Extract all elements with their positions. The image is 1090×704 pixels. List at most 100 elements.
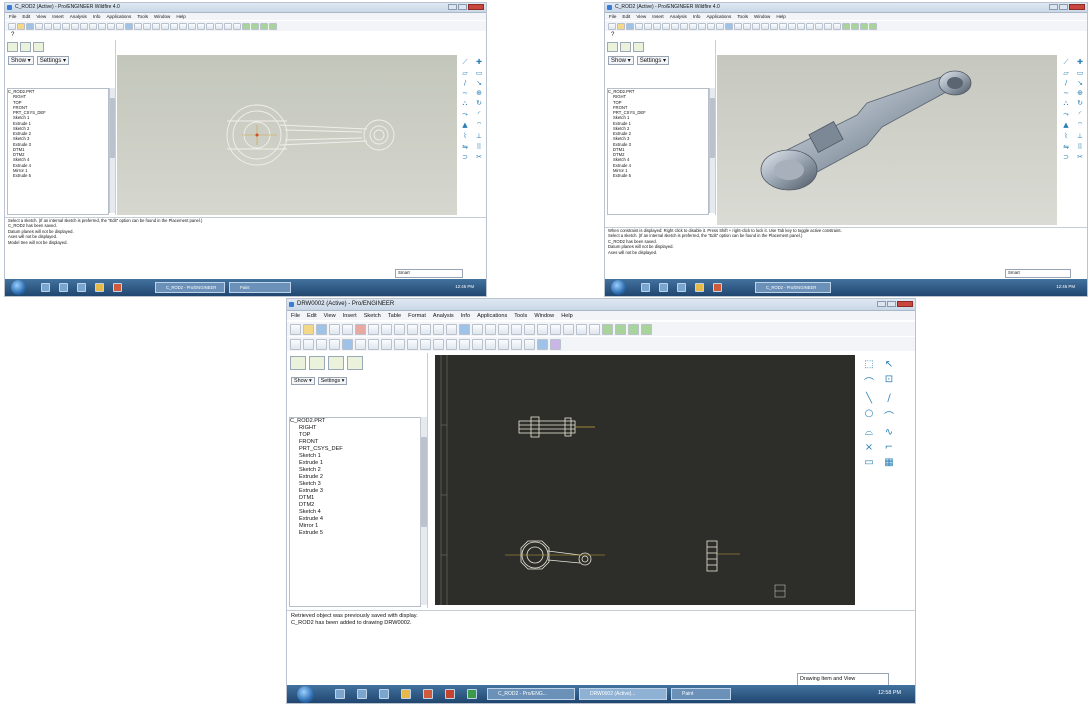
extrude-tool-icon[interactable]: ⛬ xyxy=(1060,99,1072,108)
csys-icon[interactable] xyxy=(269,22,277,30)
zoom-out-icon[interactable] xyxy=(498,323,509,335)
rib-tool-icon[interactable]: ⌇ xyxy=(1060,132,1072,141)
datum-planes-icon[interactable] xyxy=(602,323,613,335)
balloon-icon[interactable] xyxy=(433,338,444,350)
revolve-tool-icon[interactable]: ↻ xyxy=(1074,99,1086,108)
folder-browser-tab-icon[interactable] xyxy=(20,42,31,52)
tree-item[interactable]: Extrude 1 xyxy=(290,460,420,467)
taskbar-app[interactable]: C_ROD2 - Pro/ENGINEER xyxy=(755,282,831,293)
open-icon[interactable] xyxy=(303,323,314,335)
layer-tab-icon[interactable] xyxy=(347,356,363,370)
media-icon[interactable] xyxy=(677,283,686,292)
round-tool-icon[interactable]: ◜ xyxy=(473,110,485,119)
menu-view[interactable]: View xyxy=(36,14,46,19)
surface-finish-icon[interactable] xyxy=(459,338,470,350)
datum-curve-tool-icon[interactable]: ▱ xyxy=(1060,69,1072,77)
zoom-out-icon[interactable] xyxy=(752,22,760,30)
csys-icon[interactable] xyxy=(869,22,877,30)
ie-icon[interactable] xyxy=(335,689,345,699)
point-icon[interactable]: × xyxy=(861,442,877,453)
ellipse-icon[interactable]: ⌓ xyxy=(861,427,877,438)
redo-icon[interactable] xyxy=(662,22,670,30)
context-help-icon[interactable]: ? xyxy=(11,32,14,38)
menu-applications[interactable]: Applications xyxy=(106,14,131,19)
proe-icon[interactable] xyxy=(713,283,722,292)
repaint-icon[interactable] xyxy=(459,323,470,335)
menu-view[interactable]: View xyxy=(324,313,336,319)
acrobat-icon[interactable] xyxy=(445,689,455,699)
general-view-icon[interactable] xyxy=(342,338,353,350)
draft-tool-icon[interactable]: ⟂ xyxy=(473,132,485,141)
model-tree-tab-icon[interactable] xyxy=(290,356,306,370)
maximize-button[interactable] xyxy=(887,301,896,307)
draft-tool-icon[interactable]: ⟂ xyxy=(1074,132,1086,141)
layers-icon[interactable] xyxy=(788,22,796,30)
datum-axis-tool-icon[interactable]: ✚ xyxy=(1074,58,1086,67)
view-manager-icon[interactable] xyxy=(797,22,805,30)
tree-item[interactable]: Mirror 1 xyxy=(290,523,420,530)
close-button[interactable] xyxy=(468,4,484,10)
menu-analysis[interactable]: Analysis xyxy=(433,313,454,319)
menu-file[interactable]: File xyxy=(291,313,300,319)
sketch-tool-icon[interactable]: ∕ xyxy=(459,79,471,87)
maximize-button[interactable] xyxy=(1059,4,1068,10)
new-icon[interactable] xyxy=(8,22,16,30)
menu-tools[interactable]: Tools xyxy=(737,14,748,19)
tree-item[interactable]: Extrude 5 xyxy=(608,173,708,178)
datum-axes-icon[interactable] xyxy=(851,22,859,30)
menu-sketch[interactable]: Sketch xyxy=(364,313,381,319)
graphics-window[interactable] xyxy=(117,55,457,215)
circle-icon[interactable]: ○ xyxy=(861,408,877,423)
datum-point-tool-icon[interactable]: ▭ xyxy=(1074,69,1086,77)
new-icon[interactable] xyxy=(290,323,301,335)
tree-item[interactable]: Extrude 2 xyxy=(290,474,420,481)
taskbar-app-active[interactable]: DRW0002 (Active)... xyxy=(579,688,667,700)
undo-icon[interactable] xyxy=(368,323,379,335)
find-icon[interactable] xyxy=(707,22,715,30)
folder-browser-tab-icon[interactable] xyxy=(309,356,325,370)
proe-icon[interactable] xyxy=(423,689,433,699)
menu-help[interactable]: Help xyxy=(776,14,785,19)
arrows-icon[interactable] xyxy=(329,338,340,350)
tree-item[interactable]: C_ROD2.PRT xyxy=(290,418,420,425)
zoom-out-icon[interactable] xyxy=(152,22,160,30)
folder-browser-tab-icon[interactable] xyxy=(620,42,631,52)
no-hidden-icon[interactable] xyxy=(576,323,587,335)
print-icon[interactable] xyxy=(35,22,43,30)
pattern-tool-icon[interactable]: ⠿ xyxy=(1074,143,1086,151)
tree-item[interactable]: Sketch 1 xyxy=(290,453,420,460)
minimize-button[interactable] xyxy=(877,301,886,307)
find-icon[interactable] xyxy=(107,22,115,30)
gtol-icon[interactable] xyxy=(446,338,457,350)
datum-planes-icon[interactable] xyxy=(842,22,850,30)
ordinate-icon[interactable] xyxy=(472,338,483,350)
revolve-tool-icon[interactable]: ↻ xyxy=(473,99,485,108)
curve-tool-icon[interactable]: ∼ xyxy=(459,89,471,97)
wireframe-icon[interactable] xyxy=(550,323,561,335)
datum-point-tool-icon[interactable]: ▭ xyxy=(473,69,485,77)
shell-tool-icon[interactable]: ▲ xyxy=(1060,121,1072,130)
send-icon[interactable] xyxy=(644,22,652,30)
table-icon[interactable] xyxy=(407,338,418,350)
pattern-tool-icon[interactable]: ⠿ xyxy=(473,143,485,151)
datum-points-icon[interactable] xyxy=(260,22,268,30)
selection-filter[interactable]: Smart xyxy=(1005,269,1071,278)
layers-icon[interactable] xyxy=(188,22,196,30)
chamfer-tool-icon[interactable]: ⌔ xyxy=(1074,121,1086,130)
show-annotations-icon[interactable] xyxy=(394,338,405,350)
rectangle-icon[interactable]: ▭ xyxy=(861,457,877,468)
repaint-icon[interactable] xyxy=(125,22,133,30)
tree-item[interactable]: PRT_CSYS_DEF xyxy=(290,446,420,453)
explorer-icon[interactable] xyxy=(59,283,68,292)
taskbar-app[interactable]: Paint xyxy=(671,688,731,700)
print-icon[interactable] xyxy=(635,22,643,30)
taskbar-app[interactable]: Paint xyxy=(229,282,291,293)
maximize-button[interactable] xyxy=(458,4,467,10)
explorer-icon[interactable] xyxy=(659,283,668,292)
drawing-models-icon[interactable] xyxy=(550,338,561,350)
shading-icon[interactable] xyxy=(589,323,600,335)
repaint-icon[interactable] xyxy=(725,22,733,30)
orient-icon[interactable] xyxy=(134,22,142,30)
favorites-tab-icon[interactable] xyxy=(328,356,344,370)
datum-plane-tool-icon[interactable]: ⟋ xyxy=(459,58,471,67)
